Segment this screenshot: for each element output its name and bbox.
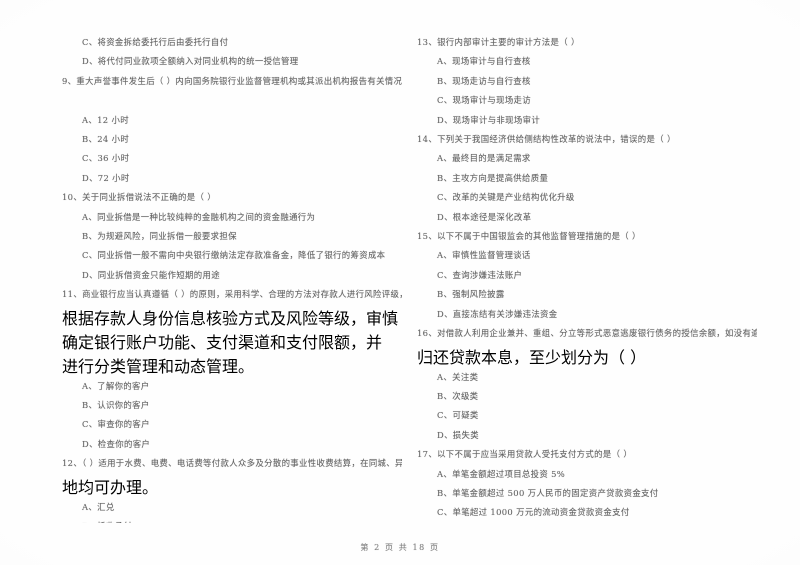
question-17: 17、以下不属于应当采用贷款人受托支付方式的是（ ） A、单笔金额超过项目总投资 … <box>417 445 757 523</box>
question-stem: 12、（ ）适用于水费、电费、电话费等付款人众多及分散的事业性收费结算，在同城、… <box>62 458 402 469</box>
answer-option: C、可疑类 <box>437 410 479 421</box>
question-stem-continuation: 进行分类管理和动态管理。 <box>62 356 255 376</box>
right-text-column: 13、银行内部审计主要的审计方法是（ ） A、现场审计与自行查核 B、现场走访与自行… <box>417 33 757 523</box>
question-13: 13、银行内部审计主要的审计方法是（ ） A、现场审计与自行查核 B、现场走访与自行… <box>417 33 757 130</box>
question-12: 12、（ ）适用于水费、电费、电话费等付款人众多及分散的事业性收费结算，在同城、… <box>62 454 402 523</box>
answer-option: D、72 小时 <box>82 172 130 183</box>
question-stem-continuation: 根据存款人身份信息核验方式及风险等级，审慎确定银行账户功能、支付渠道和支付限额，… <box>62 308 399 352</box>
answer-option: B、为规避风险，同业拆借一般要求担保 <box>82 231 237 242</box>
question-14: 14、下列关于我国经济供给侧结构性改革的说法中，错误的是（ ） A、最终目的是满足… <box>417 130 757 227</box>
answer-option: D、检查你的客户 <box>82 438 151 449</box>
question-9: 9、重大声誉事件发生后（ ）内向国务院银行业监督管理机构或其派出机构报告有关情况… <box>62 72 402 188</box>
answer-option: A、同业拆借是一种比较纯粹的金融机构之间的资金融通行为 <box>82 211 316 222</box>
answer-option: A、汇兑 <box>82 501 115 512</box>
answer-option: A、关注类 <box>437 371 479 382</box>
answer-option: D、同业拆借资金只能作短期的用途 <box>82 269 220 280</box>
question-15: 15、以下不属于中国银监会的其他监督管理措施的是（ ） A、审慎性监督管理谈话 C、… <box>417 227 757 324</box>
answer-option: B、24 小时 <box>82 134 130 145</box>
answer-option: B、强制风险披露 <box>437 289 505 300</box>
answer-option: D、现场审计与非现场审计 <box>437 114 541 125</box>
answer-option: A、审慎性监督管理谈话 <box>437 250 531 261</box>
answer-option: B、单笔金额超过 500 万人民币的固定资产贷款资金支付 <box>437 487 659 498</box>
answer-option: A、了解你的客户 <box>82 380 150 391</box>
answer-option: C、现场审计与现场走访 <box>437 95 532 106</box>
question-stem: 11、商业银行应当认真遵循（ ）的原则，采用科学、合理的方法对存款人进行风险评级… <box>62 289 402 300</box>
answer-option: C、同业拆借一般不需向中央银行缴纳法定存款准备金，降低了银行的筹资成本 <box>82 250 386 261</box>
answer-option: D、直接冻结有关涉嫌违法资金 <box>437 308 558 319</box>
answer-option: C、36 小时 <box>82 153 130 164</box>
answer-option: B、现场走访与自行查核 <box>437 75 531 86</box>
answer-option: D、损失类 <box>437 429 479 440</box>
exam-page-sheet: C、将资金拆给委托行后由委托行自付 D、将代付同业款项全额纳入对同业机构的统一授信… <box>0 0 800 565</box>
answer-option: B、认识你的客户 <box>82 400 150 411</box>
answer-option: A、单笔金额超过项目总投资 5% <box>437 468 566 479</box>
question-stem-continuation: 地均可办理。 <box>62 477 159 497</box>
answer-option: C、审查你的客户 <box>82 419 150 430</box>
answer-option: C、将资金拆给委托行后由委托行自付 <box>82 37 229 47</box>
question-stem: 17、以下不属于应当采用贷款人受托支付方式的是（ ） <box>417 449 633 460</box>
answer-option: A、现场审计与自行查核 <box>437 56 531 67</box>
two-column-body: C、将资金拆给委托行后由委托行自付 D、将代付同业款项全额纳入对同业机构的统一授信… <box>0 33 800 523</box>
answer-option: D、根本途径是深化改革 <box>437 211 532 222</box>
answer-option: C、改革的关键是产业结构优化升级 <box>437 192 575 203</box>
question-10: 10、关于同业拆借说法不正确的是（ ） A、同业拆借是一种比较纯粹的金融机构之间的… <box>62 188 402 285</box>
left-text-column: C、将资金拆给委托行后由委托行自付 D、将代付同业款项全额纳入对同业机构的统一授信… <box>62 33 402 523</box>
question-stem-continuation: 归还贷款本息，至少划分为（ ） <box>417 347 647 367</box>
answer-option: B、主攻方向是提高供给质量 <box>437 172 549 183</box>
answer-option: D、将代付同业款项全额纳入对同业机构的统一授信管理 <box>82 56 299 67</box>
answer-option: C、查询涉嫌违法账户 <box>437 269 523 280</box>
question-11: 11、商业银行应当认真遵循（ ）的原则，采用科学、合理的方法对存款人进行风险评级… <box>62 285 402 454</box>
answer-option: A、最终目的是满足需求 <box>437 153 531 164</box>
question-8-tail: C、将资金拆给委托行后由委托行自付 D、将代付同业款项全额纳入对同业机构的统一授信… <box>62 33 402 72</box>
question-stem: 14、下列关于我国经济供给侧结构性改革的说法中，错误的是（ ） <box>417 134 676 145</box>
answer-option: A、12 小时 <box>82 114 129 125</box>
question-stem: 10、关于同业拆借说法不正确的是（ ） <box>62 192 216 203</box>
answer-option: C、单笔超过 1000 万元的流动资金贷款资金支付 <box>437 507 630 518</box>
question-stem: 16、对借款人利用企业兼并、重组、分立等形式恶意逃废银行债务的授信余额，如没有逾… <box>417 328 757 339</box>
page-footer: 第 2 页 共 18 页 <box>360 543 440 552</box>
answer-option: B、次级类 <box>437 390 479 401</box>
question-stem: 9、重大声誉事件发生后（ ）内向国务院银行业监督管理机构或其派出机构报告有关情况… <box>62 75 402 86</box>
question-stem: 13、银行内部审计主要的审计方法是（ ） <box>417 37 580 47</box>
question-16: 16、对借款人利用企业兼并、重组、分立等形式恶意逃废银行债务的授信余额，如没有逾… <box>417 324 757 445</box>
answer-option: B、托收承付 <box>62 517 402 523</box>
question-stem: 15、以下不属于中国银监会的其他监督管理措施的是（ ） <box>417 231 641 242</box>
